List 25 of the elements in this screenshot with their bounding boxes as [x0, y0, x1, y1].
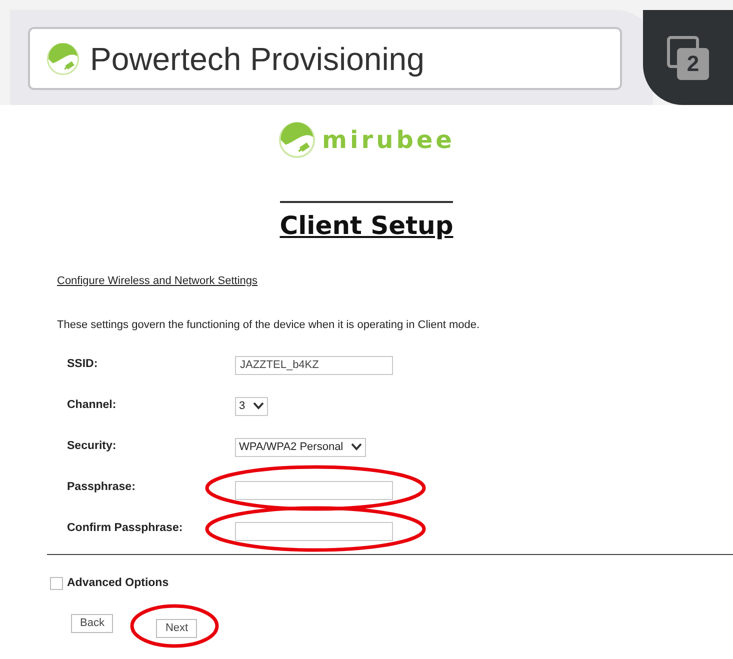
next-button[interactable]: Next: [156, 618, 198, 638]
field-label: SSID:: [67, 357, 99, 372]
password-field[interactable]: [235, 522, 393, 540]
back-button[interactable]: Back: [71, 614, 114, 633]
dropdown[interactable]: WPA/WPA2 Personal: [235, 438, 366, 456]
logo-icon: [278, 121, 316, 159]
field-label: Channel:: [67, 398, 118, 414]
text-field[interactable]: JAZZTEL_b4KZ: [235, 356, 393, 374]
checkbox[interactable]: [50, 576, 63, 590]
site-logo-icon: [46, 42, 80, 76]
field-label: Confirm Passphrase:: [67, 521, 184, 536]
chevron-down-icon: [351, 443, 362, 451]
section-heading: Configure Wireless and Network Settings: [57, 274, 258, 286]
logo-text: mirubee: [322, 125, 455, 156]
page-heading: Client Setup: [280, 201, 454, 244]
tab-count: 2: [677, 48, 709, 80]
dropdown[interactable]: 3: [235, 396, 268, 416]
field-label: Security:: [67, 439, 118, 454]
field-label: Passphrase:: [67, 480, 136, 496]
description-text: These settings govern the functioning of the device when it is operating in Client mode.: [57, 318, 480, 330]
password-field[interactable]: [235, 480, 393, 500]
checkbox-label: Advanced Options: [67, 576, 169, 590]
address-bar[interactable]: Powertech Provisioning: [28, 27, 622, 90]
page-title: Powertech Provisioning: [90, 40, 424, 79]
chevron-down-icon: [253, 402, 264, 410]
